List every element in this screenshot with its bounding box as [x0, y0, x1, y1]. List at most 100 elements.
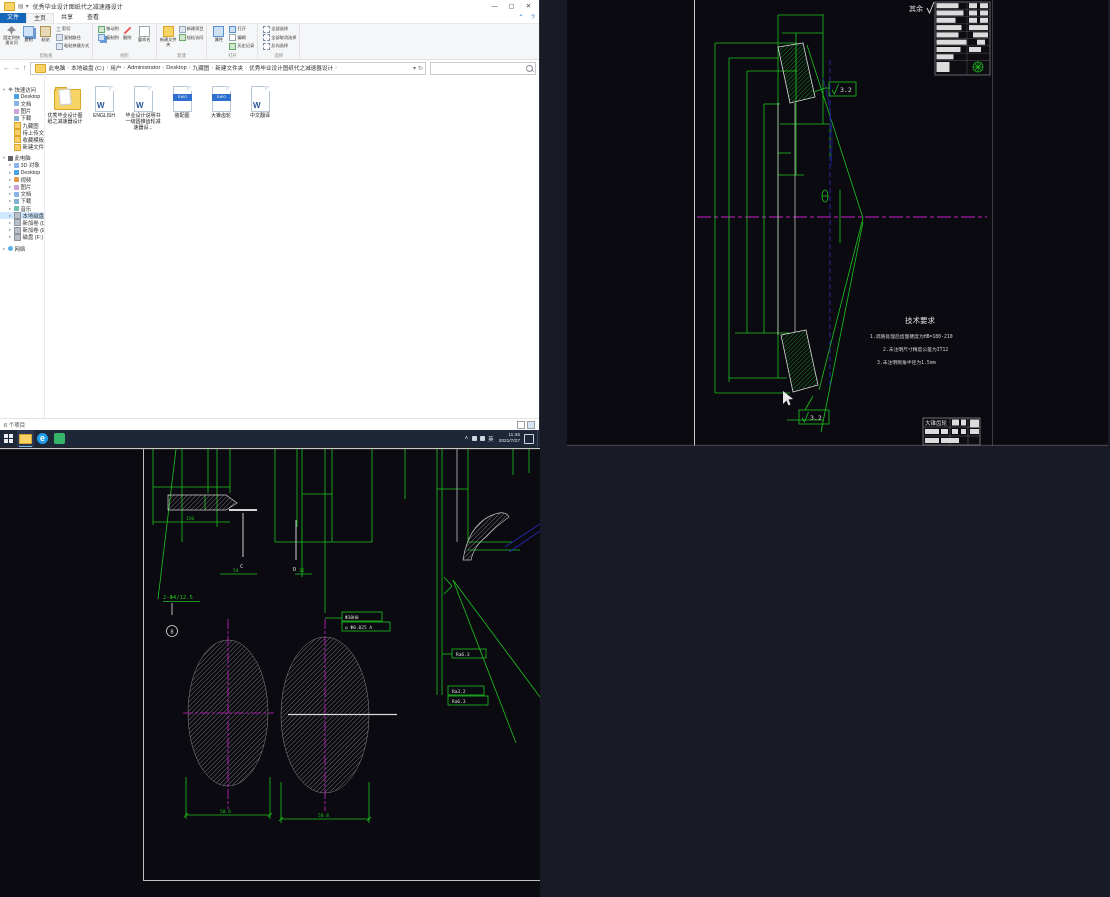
cut-button[interactable]: 剪切	[56, 25, 89, 34]
group-label-clipboard: 剪贴板	[0, 53, 92, 59]
select-none-icon	[263, 34, 270, 41]
breadcrumb[interactable]: 此电脑› 本地磁盘 (C:)› 用户› Administrator› Deskt…	[30, 62, 427, 75]
thread-callout: 2-Φ4/12.5 B	[163, 595, 200, 637]
word-doc-icon: W	[251, 86, 270, 112]
select-all-button[interactable]: 全部选择	[263, 25, 296, 34]
up-icon[interactable]: ↑	[23, 65, 27, 72]
tab-view[interactable]: 查看	[80, 13, 106, 23]
dim-label: 50.8	[220, 809, 231, 815]
sidebar-item-disk-f[interactable]: ▸磁盘 (F:)	[0, 234, 44, 241]
file-item-dwg[interactable]: DWG 大锥齿轮	[203, 86, 239, 119]
forward-icon[interactable]: →	[13, 65, 20, 72]
file-item-folder[interactable]: 优秀毕业设计图纸之减速器设计	[47, 86, 83, 125]
breadcrumb-segment[interactable]: 此电脑	[48, 64, 67, 72]
group-label-new: 新建	[157, 53, 207, 59]
maximize-button[interactable]: ▢	[503, 1, 520, 13]
collapse-ribbon-icon[interactable]: ⌃	[515, 13, 527, 23]
gear-thumbnail-icon	[973, 62, 983, 72]
svg-text:Ra3.2: Ra3.2	[452, 689, 466, 695]
quick-access-dropdown-icon[interactable]: ▾	[26, 3, 29, 10]
address-dropdown-icon[interactable]: ▾	[413, 65, 416, 72]
edit-button[interactable]: 编辑	[229, 34, 254, 43]
file-item-dwg[interactable]: DWG 装配图	[164, 86, 200, 119]
history-button[interactable]: 历史记录	[229, 42, 254, 51]
window-folder-icon	[4, 2, 15, 11]
file-item-doc[interactable]: W 中文翻译	[242, 86, 278, 119]
rename-button[interactable]: 重命名	[136, 25, 153, 43]
file-item-doc[interactable]: W ENGLISH	[86, 86, 122, 119]
copy-icon	[23, 26, 34, 37]
help-icon[interactable]: ?	[527, 13, 539, 23]
tab-file[interactable]: 文件	[0, 13, 26, 23]
easy-access-icon	[179, 34, 186, 41]
open-button[interactable]: 打开	[229, 25, 254, 34]
breadcrumb-segment[interactable]: 本地磁盘 (C:)	[70, 64, 105, 72]
ime-indicator[interactable]: 英	[486, 435, 496, 443]
breadcrumb-segment[interactable]: 九藏图	[192, 64, 211, 72]
svg-text:其余: 其余	[909, 4, 923, 13]
clock[interactable]: 11:45 2021/7/27	[496, 433, 523, 444]
minimize-button[interactable]: —	[486, 1, 503, 13]
breadcrumb-segment[interactable]: 用户	[109, 64, 122, 72]
show-desktop-button[interactable]	[537, 430, 540, 447]
new-item-button[interactable]: 新建项目	[179, 25, 204, 34]
tray-volume-icon[interactable]	[480, 436, 485, 441]
breadcrumb-segment[interactable]: Administrator	[126, 65, 161, 71]
tab-share[interactable]: 共享	[54, 13, 80, 23]
paste-button[interactable]: 粘贴	[37, 25, 54, 43]
copy-button[interactable]: 复制	[20, 25, 37, 43]
close-button[interactable]: ✕	[520, 1, 537, 13]
svg-text:1.调质处理后齿面硬度为HB=180-210: 1.调质处理后齿面硬度为HB=180-210	[870, 333, 953, 340]
back-icon[interactable]: ←	[3, 65, 10, 72]
refresh-icon[interactable]: ↻	[418, 65, 423, 72]
taskbar-app-green[interactable]	[51, 430, 68, 447]
breadcrumb-segment[interactable]: 优秀毕业设计图纸代之减速器设计	[248, 64, 334, 72]
open-icon	[229, 26, 236, 33]
details-view-icon[interactable]	[517, 421, 525, 429]
easy-access-button[interactable]: 轻松访问	[179, 34, 204, 43]
gear-section	[778, 43, 832, 392]
copy-path-button[interactable]: 复制路径	[56, 34, 89, 43]
cad-drawing-detail: C D 150 54 36 2-Φ4/12.5 B 50.8 50.8 Φ30H…	[0, 447, 540, 897]
copy-to-icon	[98, 34, 105, 41]
properties-button[interactable]: 属性	[210, 25, 227, 43]
search-input[interactable]	[430, 62, 536, 75]
hatched-ellipse-sections	[183, 619, 397, 811]
start-button[interactable]	[0, 430, 17, 447]
sidebar-item-folder[interactable]: 新建文件夹	[0, 144, 44, 151]
paste-shortcut-button[interactable]: 粘贴快捷方式	[56, 42, 89, 51]
tray-network-icon[interactable]	[472, 436, 477, 441]
breadcrumb-segment[interactable]: Desktop	[165, 65, 188, 71]
delete-button[interactable]: 删除	[119, 25, 136, 41]
new-folder-icon	[163, 26, 174, 37]
copy-to-button[interactable]: 复制到	[98, 34, 119, 43]
select-none-button[interactable]: 全部取消选择	[263, 34, 296, 43]
sidebar-item-3d-objects[interactable]: ▸3D 对象	[0, 162, 44, 169]
tab-home[interactable]: 主页	[26, 13, 54, 23]
cut-icon	[56, 27, 61, 32]
svg-text:3.未注明倒角半径为1.5mm: 3.未注明倒角半径为1.5mm	[877, 359, 936, 366]
taskbar-edge[interactable]: e	[34, 430, 51, 447]
file-item-doc[interactable]: W 毕业设计说明书一级圆锥齿轮减速器设...	[125, 86, 161, 131]
tab-spacer	[106, 13, 515, 23]
taskbar-file-explorer[interactable]	[17, 430, 34, 447]
ribbon: 固定到快速访问 复制 粘贴 剪切 复制路径 粘贴快捷方式 剪贴板 移动到 复制到	[0, 24, 539, 60]
breadcrumb-segment[interactable]: 新建文件夹	[214, 64, 244, 72]
breadcrumb-folder-icon	[35, 64, 46, 73]
sidebar-network[interactable]: ▸网络	[0, 245, 44, 252]
new-folder-button[interactable]: 新建文件夹	[160, 25, 177, 47]
pin-to-quick-access-button[interactable]: 固定到快速访问	[3, 25, 20, 45]
quick-access-toolbar-icon[interactable]: ▤	[18, 3, 24, 10]
invert-selection-button[interactable]: 反向选择	[263, 42, 296, 51]
explorer-window: ▤ ▾ 优秀毕业设计图纸代之减速器设计 — ▢ ✕ 文件 主页 共享 查看 ⌃ …	[0, 0, 540, 430]
move-to-button[interactable]: 移动到	[98, 25, 119, 34]
group-label-select: 选择	[258, 53, 299, 59]
svg-text:2.未注明尺寸精度公差为IT12: 2.未注明尺寸精度公差为IT12	[883, 346, 948, 353]
action-center-icon[interactable]	[524, 434, 534, 444]
svg-text:2-Φ4/12.5: 2-Φ4/12.5	[163, 595, 193, 601]
ribbon-group-select: 全部选择 全部取消选择 反向选择 选择	[258, 24, 300, 59]
sidebar-quick-access[interactable]: ▾快速访问	[0, 86, 44, 93]
tray-expand-icon[interactable]: ˄	[463, 436, 471, 442]
select-all-icon	[263, 26, 270, 33]
large-icons-view-icon[interactable]	[527, 421, 535, 429]
